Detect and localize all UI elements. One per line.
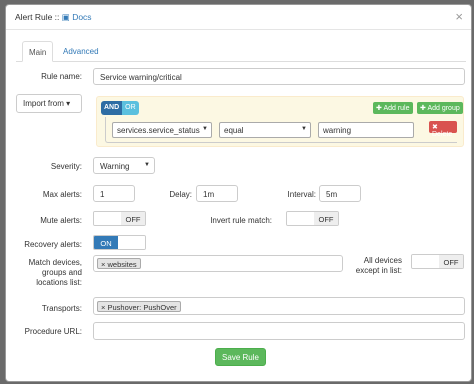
match-devices-label: Match devices, groups and locations list… — [16, 258, 82, 288]
delete-rule-button[interactable]: ✖ Delete — [429, 121, 457, 138]
modal-title-text: Alert Rule :: — [15, 12, 60, 22]
transport-tag-label: Pushover: PushOver — [107, 303, 177, 312]
all-devices-label-line: All devices — [363, 256, 402, 265]
max-alerts-label: Max alerts: — [42, 190, 82, 199]
recovery-alerts-state: ON — [94, 236, 118, 249]
alert-rule-modal: Alert Rule :: ▣ Docs × Main Advanced Rul… — [5, 4, 472, 382]
toggle-knob — [118, 236, 145, 249]
all-devices-state: OFF — [439, 255, 463, 268]
add-rule-button[interactable]: ✚ Add rule — [373, 102, 413, 114]
import-from-dropdown[interactable]: Import from ▾ — [16, 94, 82, 113]
rule-name-label: Rule name: — [41, 72, 82, 81]
delay-input[interactable]: 1m — [196, 185, 238, 202]
procedure-url-input[interactable] — [93, 322, 465, 340]
save-rule-button[interactable]: Save Rule — [215, 348, 266, 366]
book-icon: ▣ — [61, 12, 70, 22]
mute-alerts-toggle[interactable]: OFF — [93, 211, 146, 226]
field-select-value: services.service_status — [117, 126, 200, 135]
invert-rule-toggle[interactable]: OFF — [286, 211, 339, 226]
query-builder: AND OR ✚ Add rule ✚ Add group services.s… — [96, 96, 464, 147]
operator-select[interactable]: equal ▼ — [219, 122, 311, 138]
procedure-url-label: Procedure URL: — [24, 327, 82, 336]
x-icon: ✖ — [432, 124, 438, 131]
match-devices-select[interactable]: × websites — [93, 255, 343, 272]
add-rule-label: Add rule — [383, 105, 410, 112]
match-devices-label-line: Match devices, — [28, 258, 82, 267]
severity-select-value: Warning — [100, 162, 130, 171]
match-tag-label: websites — [107, 260, 137, 269]
rule-name-input[interactable]: Service warning/critical — [93, 68, 465, 85]
severity-select[interactable]: Warning ▼ — [93, 157, 155, 174]
match-devices-label-line: groups and — [41, 268, 82, 277]
toggle-knob — [94, 212, 121, 225]
all-devices-label-line: except in list: — [355, 266, 402, 275]
all-devices-toggle[interactable]: OFF — [411, 254, 464, 269]
toggle-knob — [287, 212, 314, 225]
toggle-knob — [412, 255, 439, 268]
invert-rule-state: OFF — [314, 212, 338, 225]
modal-header: Alert Rule :: ▣ Docs × — [6, 5, 471, 30]
all-devices-label: All devices except in list: — [344, 256, 402, 276]
modal-title: Alert Rule :: ▣ Docs — [15, 12, 92, 23]
tab-advanced[interactable]: Advanced — [57, 41, 105, 62]
interval-input[interactable]: 5m — [319, 185, 361, 202]
delete-rule-label: Delete — [432, 131, 453, 138]
recovery-alerts-toggle[interactable]: ON — [93, 235, 146, 250]
or-button[interactable]: OR — [122, 101, 139, 115]
severity-label: Severity: — [50, 162, 82, 171]
caret-down-icon: ▼ — [301, 126, 307, 132]
invert-rule-label: Invert rule match: — [210, 216, 272, 225]
interval-label: Interval: — [287, 190, 316, 199]
transports-select[interactable]: × Pushover: PushOver — [93, 297, 465, 315]
tab-main[interactable]: Main — [22, 41, 54, 62]
plus-icon: ✚ — [376, 105, 382, 112]
match-devices-label-line: locations list: — [36, 278, 82, 287]
field-select[interactable]: services.service_status ▼ — [112, 122, 212, 138]
mute-alerts-label: Mute alerts: — [40, 216, 82, 225]
caret-down-icon: ▼ — [202, 126, 208, 132]
remove-tag-icon[interactable]: × — [101, 303, 105, 312]
rule-row: services.service_status ▼ equal ▼ warning … — [105, 117, 457, 143]
close-icon[interactable]: × — [455, 9, 463, 24]
and-or-toggle: AND OR — [101, 101, 139, 115]
add-group-button[interactable]: ✚ Add group — [417, 102, 463, 114]
docs-link-label: Docs — [72, 12, 92, 22]
remove-tag-icon[interactable]: × — [101, 260, 105, 269]
transports-label: Transports: — [41, 304, 82, 313]
value-input[interactable]: warning — [318, 122, 414, 138]
operator-select-value: equal — [224, 126, 244, 135]
mute-alerts-state: OFF — [121, 212, 145, 225]
caret-down-icon: ▼ — [144, 162, 150, 168]
tab-bar: Main Advanced — [16, 41, 466, 62]
add-group-label: Add group — [427, 105, 460, 112]
transport-tag[interactable]: × Pushover: PushOver — [97, 301, 181, 312]
recovery-alerts-label: Recovery alerts: — [24, 240, 82, 249]
delay-label: Delay: — [169, 190, 192, 199]
match-tag[interactable]: × websites — [97, 258, 141, 269]
and-button[interactable]: AND — [101, 101, 123, 115]
docs-link[interactable]: ▣ Docs — [62, 12, 92, 22]
max-alerts-input[interactable]: 1 — [93, 185, 135, 202]
plus-circle-icon: ✚ — [420, 105, 426, 112]
